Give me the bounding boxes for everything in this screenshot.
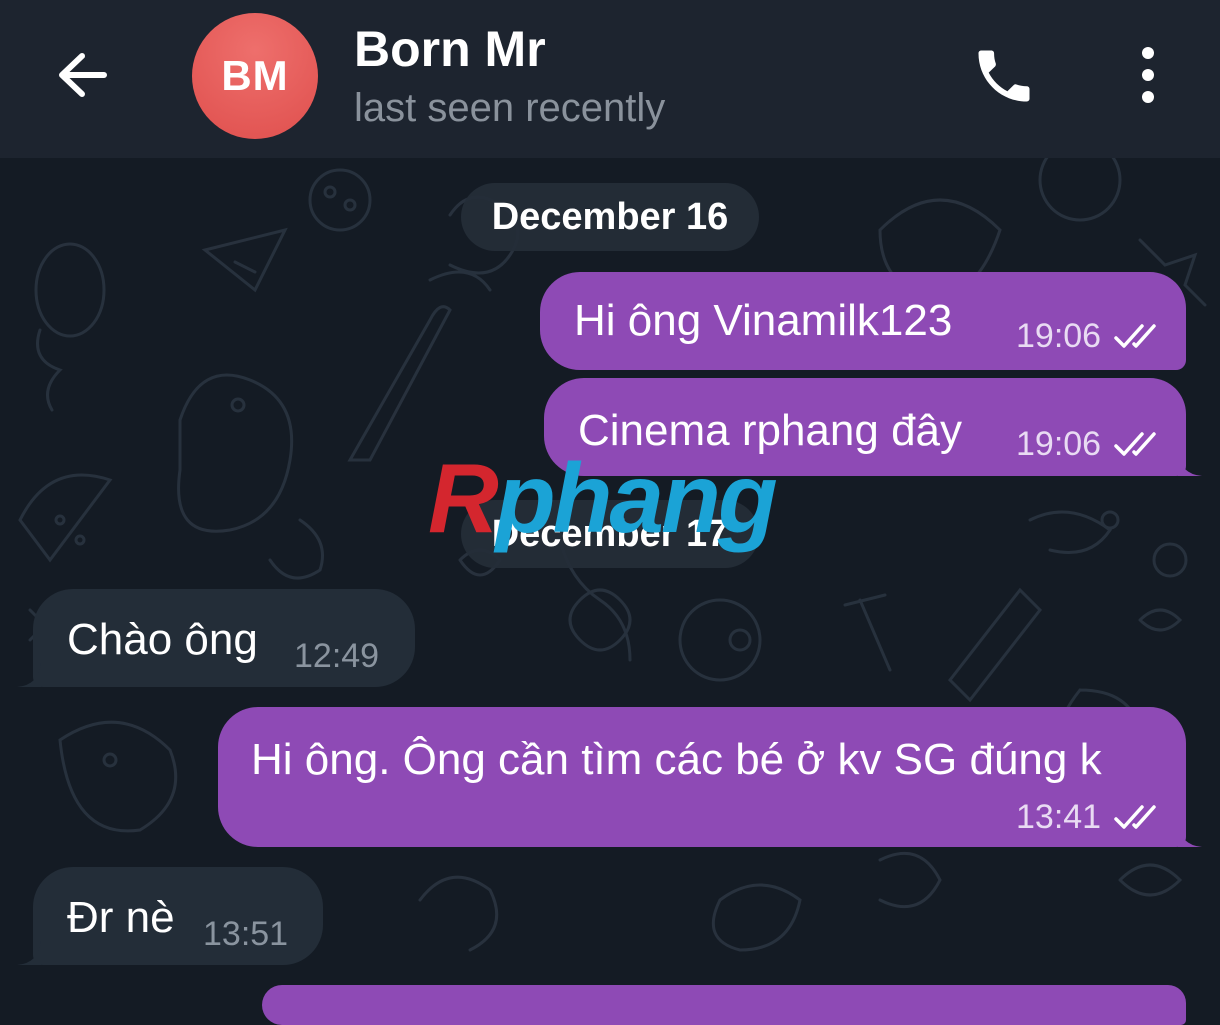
watermark-letter: R [428,443,499,553]
message-text: Hi ông Vinamilk123 [574,296,953,345]
read-checkmarks-icon [1114,324,1156,348]
more-vertical-icon [1142,47,1154,103]
watermark-word: phang [495,443,778,553]
bubble-tail [1178,452,1202,476]
message-bubble-incoming[interactable]: Đr nè 13:51 [17,867,323,965]
watermark-logo: Rphang [428,442,778,555]
read-checkmarks-icon [1114,432,1156,456]
bubble-tail [17,941,41,965]
message-time: 12:49 [294,637,380,675]
date-label: December 16 [491,195,729,238]
message-time: 19:06 [1016,317,1102,355]
phone-icon [978,50,1030,102]
message-time: 19:06 [1016,425,1102,463]
contact-status: last seen recently [354,86,666,130]
bubble-tail [17,663,41,687]
read-checkmarks-icon [1114,805,1156,829]
message-text: Chào ông [67,615,258,664]
chat-header: BM Born Mr last seen recently [0,0,1220,158]
message-time: 13:51 [203,915,289,953]
more-options-button[interactable] [1122,44,1174,106]
bubble-tail [1178,823,1202,847]
message-bubble-incoming[interactable]: Chào ông 12:49 [17,589,415,687]
message-bubble-outgoing-partial[interactable] [262,985,1186,1025]
avatar[interactable]: BM [192,13,318,139]
back-button[interactable] [50,45,116,105]
message-time: 13:41 [1016,798,1102,836]
back-arrow-icon [59,53,107,97]
contact-name[interactable]: Born Mr [354,20,546,78]
message-bubble-outgoing[interactable]: Hi ông Vinamilk123 19:06 [540,272,1186,370]
message-text: Hi ông. Ông cần tìm các bé ở kv SG đúng … [251,735,1102,784]
message-text: Đr nè [67,893,175,942]
message-bubble-outgoing[interactable]: Hi ông. Ông cần tìm các bé ở kv SG đúng … [218,707,1202,847]
avatar-initials: BM [221,52,289,99]
date-separator: December 16 [461,183,759,251]
call-button[interactable] [968,42,1040,110]
